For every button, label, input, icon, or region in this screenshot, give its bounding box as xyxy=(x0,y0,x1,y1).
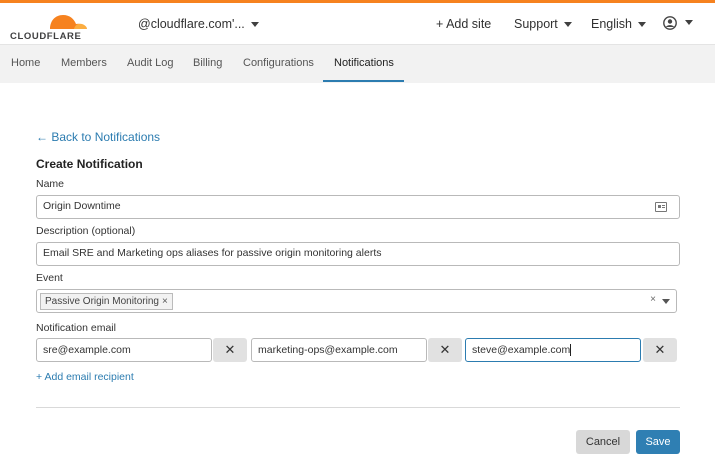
email-field-1[interactable]: sre@example.com xyxy=(36,338,212,362)
language-menu[interactable]: English xyxy=(591,17,646,31)
close-icon: ✕ xyxy=(654,342,666,357)
text-cursor xyxy=(570,344,572,357)
remove-email-button-3[interactable]: ✕ xyxy=(643,338,677,362)
name-value: Origin Downtime xyxy=(43,200,121,212)
description-value: Email SRE and Marketing ops aliases for … xyxy=(43,247,382,259)
chevron-down-icon xyxy=(250,22,259,28)
user-icon xyxy=(663,15,677,30)
cloudflare-logo[interactable]: CLOUDFLARE xyxy=(10,9,90,43)
cancel-button[interactable]: Cancel xyxy=(576,430,630,454)
email-field-3[interactable]: steve@example.com xyxy=(465,338,641,362)
account-selector[interactable]: @cloudflare.com'... xyxy=(138,17,259,31)
clear-selection-icon[interactable]: × xyxy=(650,294,656,305)
top-bar: CLOUDFLARE @cloudflare.com'... + Add sit… xyxy=(0,0,715,45)
language-label: English xyxy=(591,17,632,31)
page-title: Create Notification xyxy=(36,157,143,171)
email-value-3: steve@example.com xyxy=(472,344,571,356)
email-value-2: marketing-ops@example.com xyxy=(258,344,398,356)
name-label: Name xyxy=(36,178,65,190)
cloud-icon xyxy=(50,15,87,29)
event-select[interactable]: Passive Origin Monitoring × × xyxy=(36,289,677,313)
name-field[interactable]: Origin Downtime xyxy=(36,195,680,219)
close-icon: ✕ xyxy=(439,342,451,357)
account-label: @cloudflare.com'... xyxy=(138,17,245,31)
tab-home[interactable]: Home xyxy=(11,57,40,69)
divider xyxy=(36,407,680,408)
tab-notifications[interactable]: Notifications xyxy=(334,57,394,69)
remove-email-button-1[interactable]: ✕ xyxy=(213,338,247,362)
tab-audit-log[interactable]: Audit Log xyxy=(127,57,173,69)
tab-billing[interactable]: Billing xyxy=(193,57,222,69)
chevron-down-icon xyxy=(685,20,693,26)
remove-tag-icon[interactable]: × xyxy=(162,296,168,307)
account-nav: Home Members Audit Log Billing Configura… xyxy=(0,45,715,83)
support-label: Support xyxy=(514,17,558,31)
user-menu[interactable] xyxy=(663,15,693,30)
event-tag: Passive Origin Monitoring × xyxy=(40,293,173,310)
chevron-down-icon xyxy=(638,22,646,28)
remove-email-button-2[interactable]: ✕ xyxy=(428,338,462,362)
email-value-1: sre@example.com xyxy=(43,344,131,356)
support-menu[interactable]: Support xyxy=(514,17,572,31)
add-email-recipient-link[interactable]: + Add email recipient xyxy=(36,371,134,383)
contact-card-icon xyxy=(655,202,667,212)
description-field[interactable]: Email SRE and Marketing ops aliases for … xyxy=(36,242,680,266)
chevron-down-icon[interactable] xyxy=(662,299,670,304)
save-button[interactable]: Save xyxy=(636,430,680,454)
add-site-button[interactable]: + Add site xyxy=(436,17,491,31)
close-icon: ✕ xyxy=(224,342,236,357)
tab-members[interactable]: Members xyxy=(61,57,107,69)
logo-text: CLOUDFLARE xyxy=(10,31,82,42)
tab-configurations[interactable]: Configurations xyxy=(243,57,314,69)
email-field-2[interactable]: marketing-ops@example.com xyxy=(251,338,427,362)
back-to-notifications-link[interactable]: ← Back to Notifications xyxy=(36,130,160,144)
description-label: Description (optional) xyxy=(36,225,136,237)
event-label: Event xyxy=(36,272,63,284)
chevron-down-icon xyxy=(563,22,572,28)
active-tab-indicator xyxy=(323,80,404,82)
notification-email-label: Notification email xyxy=(36,322,116,334)
event-tag-label: Passive Origin Monitoring xyxy=(45,296,159,307)
